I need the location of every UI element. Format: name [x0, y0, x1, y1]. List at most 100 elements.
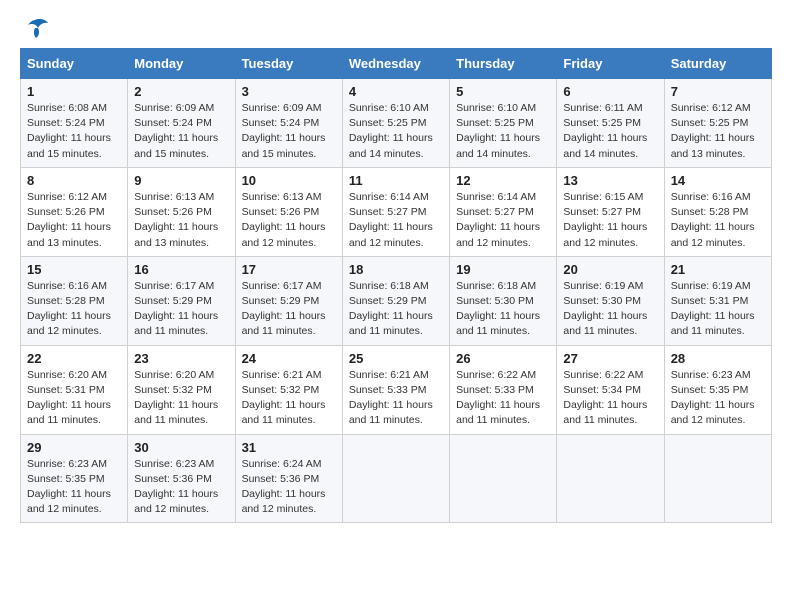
day-info: Sunrise: 6:23 AM Sunset: 5:35 PM Dayligh…: [671, 368, 765, 429]
day-info: Sunrise: 6:18 AM Sunset: 5:29 PM Dayligh…: [349, 279, 443, 340]
day-number: 29: [27, 440, 121, 455]
day-info: Sunrise: 6:15 AM Sunset: 5:27 PM Dayligh…: [563, 190, 657, 251]
day-info: Sunrise: 6:17 AM Sunset: 5:29 PM Dayligh…: [242, 279, 336, 340]
day-number: 31: [242, 440, 336, 455]
day-info: Sunrise: 6:08 AM Sunset: 5:24 PM Dayligh…: [27, 101, 121, 162]
calendar-day-cell: 15 Sunrise: 6:16 AM Sunset: 5:28 PM Dayl…: [21, 256, 128, 345]
day-number: 28: [671, 351, 765, 366]
day-number: 19: [456, 262, 550, 277]
day-number: 22: [27, 351, 121, 366]
day-number: 21: [671, 262, 765, 277]
day-number: 27: [563, 351, 657, 366]
calendar-body: 1 Sunrise: 6:08 AM Sunset: 5:24 PM Dayli…: [21, 79, 772, 523]
day-info: Sunrise: 6:10 AM Sunset: 5:25 PM Dayligh…: [456, 101, 550, 162]
day-info: Sunrise: 6:12 AM Sunset: 5:25 PM Dayligh…: [671, 101, 765, 162]
day-info: Sunrise: 6:14 AM Sunset: 5:27 PM Dayligh…: [456, 190, 550, 251]
day-number: 13: [563, 173, 657, 188]
weekday-header-cell: Friday: [557, 49, 664, 79]
day-info: Sunrise: 6:16 AM Sunset: 5:28 PM Dayligh…: [27, 279, 121, 340]
calendar-day-cell: 5 Sunrise: 6:10 AM Sunset: 5:25 PM Dayli…: [450, 79, 557, 168]
calendar-day-cell: 21 Sunrise: 6:19 AM Sunset: 5:31 PM Dayl…: [664, 256, 771, 345]
day-number: 15: [27, 262, 121, 277]
calendar-day-cell: 18 Sunrise: 6:18 AM Sunset: 5:29 PM Dayl…: [342, 256, 449, 345]
calendar-table: SundayMondayTuesdayWednesdayThursdayFrid…: [20, 48, 772, 523]
calendar-day-cell: 1 Sunrise: 6:08 AM Sunset: 5:24 PM Dayli…: [21, 79, 128, 168]
weekday-header-cell: Monday: [128, 49, 235, 79]
day-info: Sunrise: 6:24 AM Sunset: 5:36 PM Dayligh…: [242, 457, 336, 518]
day-info: Sunrise: 6:13 AM Sunset: 5:26 PM Dayligh…: [242, 190, 336, 251]
day-number: 12: [456, 173, 550, 188]
day-info: Sunrise: 6:19 AM Sunset: 5:31 PM Dayligh…: [671, 279, 765, 340]
calendar-week-row: 29 Sunrise: 6:23 AM Sunset: 5:35 PM Dayl…: [21, 434, 772, 523]
calendar-day-cell: 30 Sunrise: 6:23 AM Sunset: 5:36 PM Dayl…: [128, 434, 235, 523]
calendar-day-cell: 29 Sunrise: 6:23 AM Sunset: 5:35 PM Dayl…: [21, 434, 128, 523]
day-info: Sunrise: 6:22 AM Sunset: 5:34 PM Dayligh…: [563, 368, 657, 429]
calendar-day-cell: [664, 434, 771, 523]
calendar-day-cell: 25 Sunrise: 6:21 AM Sunset: 5:33 PM Dayl…: [342, 345, 449, 434]
calendar-day-cell: 14 Sunrise: 6:16 AM Sunset: 5:28 PM Dayl…: [664, 167, 771, 256]
day-number: 6: [563, 84, 657, 99]
day-info: Sunrise: 6:20 AM Sunset: 5:32 PM Dayligh…: [134, 368, 228, 429]
calendar-day-cell: 28 Sunrise: 6:23 AM Sunset: 5:35 PM Dayl…: [664, 345, 771, 434]
day-info: Sunrise: 6:21 AM Sunset: 5:33 PM Dayligh…: [349, 368, 443, 429]
calendar-week-row: 22 Sunrise: 6:20 AM Sunset: 5:31 PM Dayl…: [21, 345, 772, 434]
calendar-day-cell: 16 Sunrise: 6:17 AM Sunset: 5:29 PM Dayl…: [128, 256, 235, 345]
calendar-day-cell: 20 Sunrise: 6:19 AM Sunset: 5:30 PM Dayl…: [557, 256, 664, 345]
day-info: Sunrise: 6:11 AM Sunset: 5:25 PM Dayligh…: [563, 101, 657, 162]
calendar-day-cell: 26 Sunrise: 6:22 AM Sunset: 5:33 PM Dayl…: [450, 345, 557, 434]
day-info: Sunrise: 6:18 AM Sunset: 5:30 PM Dayligh…: [456, 279, 550, 340]
day-number: 3: [242, 84, 336, 99]
calendar-week-row: 15 Sunrise: 6:16 AM Sunset: 5:28 PM Dayl…: [21, 256, 772, 345]
calendar-day-cell: [342, 434, 449, 523]
calendar-day-cell: 11 Sunrise: 6:14 AM Sunset: 5:27 PM Dayl…: [342, 167, 449, 256]
weekday-header-cell: Tuesday: [235, 49, 342, 79]
calendar-day-cell: 24 Sunrise: 6:21 AM Sunset: 5:32 PM Dayl…: [235, 345, 342, 434]
calendar-day-cell: 31 Sunrise: 6:24 AM Sunset: 5:36 PM Dayl…: [235, 434, 342, 523]
day-info: Sunrise: 6:09 AM Sunset: 5:24 PM Dayligh…: [242, 101, 336, 162]
calendar-day-cell: 22 Sunrise: 6:20 AM Sunset: 5:31 PM Dayl…: [21, 345, 128, 434]
calendar-day-cell: 19 Sunrise: 6:18 AM Sunset: 5:30 PM Dayl…: [450, 256, 557, 345]
day-number: 9: [134, 173, 228, 188]
day-number: 26: [456, 351, 550, 366]
day-info: Sunrise: 6:16 AM Sunset: 5:28 PM Dayligh…: [671, 190, 765, 251]
weekday-header-cell: Wednesday: [342, 49, 449, 79]
calendar-week-row: 1 Sunrise: 6:08 AM Sunset: 5:24 PM Dayli…: [21, 79, 772, 168]
calendar-day-cell: 9 Sunrise: 6:13 AM Sunset: 5:26 PM Dayli…: [128, 167, 235, 256]
calendar-day-cell: 4 Sunrise: 6:10 AM Sunset: 5:25 PM Dayli…: [342, 79, 449, 168]
calendar-day-cell: 7 Sunrise: 6:12 AM Sunset: 5:25 PM Dayli…: [664, 79, 771, 168]
calendar-day-cell: [450, 434, 557, 523]
day-number: 14: [671, 173, 765, 188]
calendar-day-cell: 23 Sunrise: 6:20 AM Sunset: 5:32 PM Dayl…: [128, 345, 235, 434]
weekday-header-cell: Thursday: [450, 49, 557, 79]
day-info: Sunrise: 6:23 AM Sunset: 5:36 PM Dayligh…: [134, 457, 228, 518]
calendar-day-cell: 10 Sunrise: 6:13 AM Sunset: 5:26 PM Dayl…: [235, 167, 342, 256]
day-info: Sunrise: 6:09 AM Sunset: 5:24 PM Dayligh…: [134, 101, 228, 162]
day-number: 10: [242, 173, 336, 188]
day-number: 11: [349, 173, 443, 188]
day-info: Sunrise: 6:12 AM Sunset: 5:26 PM Dayligh…: [27, 190, 121, 251]
calendar-day-cell: 27 Sunrise: 6:22 AM Sunset: 5:34 PM Dayl…: [557, 345, 664, 434]
calendar-day-cell: 12 Sunrise: 6:14 AM Sunset: 5:27 PM Dayl…: [450, 167, 557, 256]
calendar-week-row: 8 Sunrise: 6:12 AM Sunset: 5:26 PM Dayli…: [21, 167, 772, 256]
calendar-day-cell: 2 Sunrise: 6:09 AM Sunset: 5:24 PM Dayli…: [128, 79, 235, 168]
day-number: 30: [134, 440, 228, 455]
day-number: 25: [349, 351, 443, 366]
day-number: 2: [134, 84, 228, 99]
calendar-day-cell: 17 Sunrise: 6:17 AM Sunset: 5:29 PM Dayl…: [235, 256, 342, 345]
calendar-day-cell: 3 Sunrise: 6:09 AM Sunset: 5:24 PM Dayli…: [235, 79, 342, 168]
header: [20, 16, 772, 40]
day-number: 18: [349, 262, 443, 277]
day-info: Sunrise: 6:17 AM Sunset: 5:29 PM Dayligh…: [134, 279, 228, 340]
day-number: 20: [563, 262, 657, 277]
weekday-header-row: SundayMondayTuesdayWednesdayThursdayFrid…: [21, 49, 772, 79]
day-number: 1: [27, 84, 121, 99]
day-number: 8: [27, 173, 121, 188]
day-number: 17: [242, 262, 336, 277]
calendar-day-cell: 6 Sunrise: 6:11 AM Sunset: 5:25 PM Dayli…: [557, 79, 664, 168]
logo-bird-icon: [20, 16, 50, 40]
day-info: Sunrise: 6:13 AM Sunset: 5:26 PM Dayligh…: [134, 190, 228, 251]
calendar-day-cell: 13 Sunrise: 6:15 AM Sunset: 5:27 PM Dayl…: [557, 167, 664, 256]
day-number: 24: [242, 351, 336, 366]
day-info: Sunrise: 6:20 AM Sunset: 5:31 PM Dayligh…: [27, 368, 121, 429]
day-info: Sunrise: 6:14 AM Sunset: 5:27 PM Dayligh…: [349, 190, 443, 251]
